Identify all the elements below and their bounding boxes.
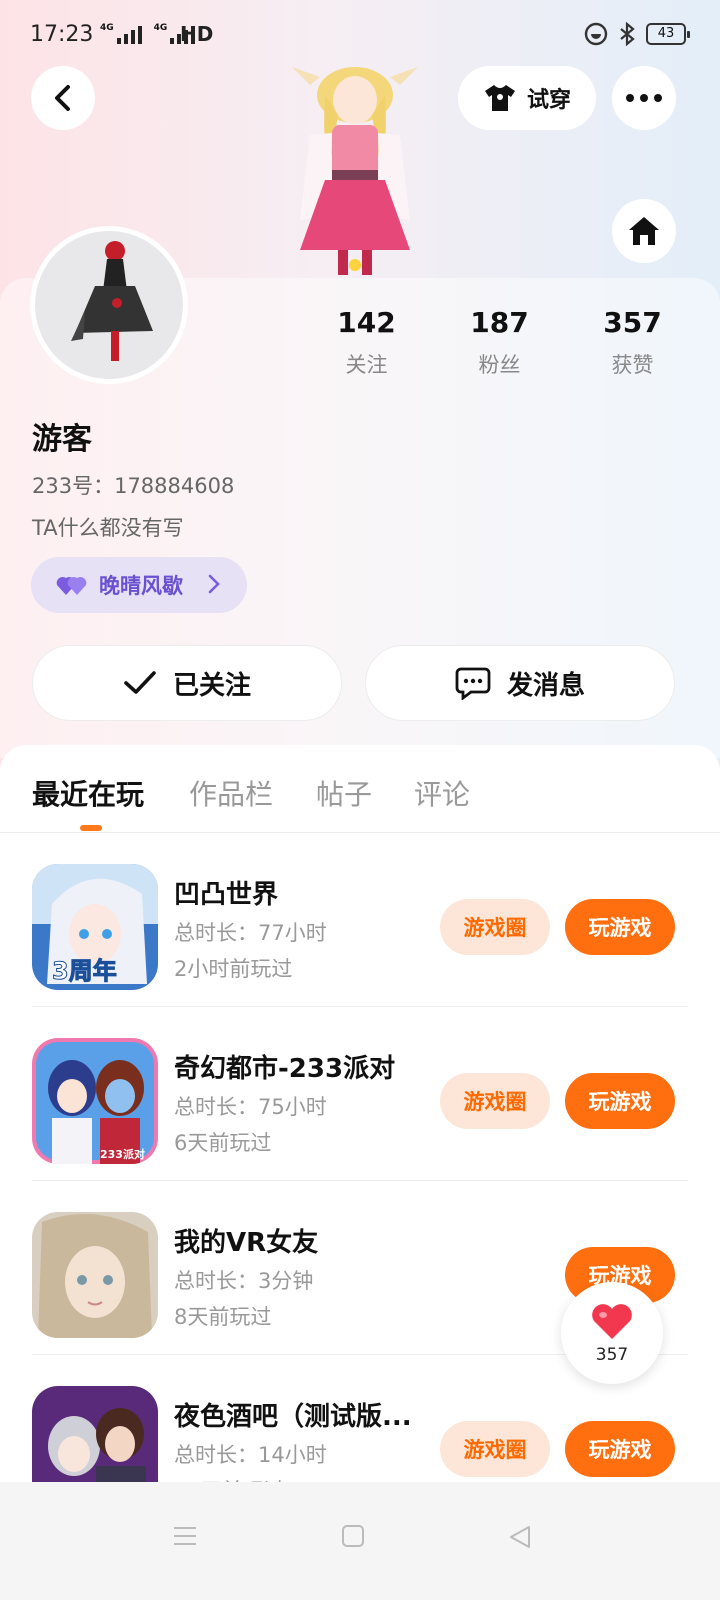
tag-label: 晚晴风歇 bbox=[99, 574, 183, 598]
game-icon-art: 233派对 bbox=[32, 1038, 158, 1164]
tab-works[interactable]: 作品栏 bbox=[189, 773, 273, 813]
tag-chip[interactable]: 晚晴风歇 bbox=[31, 557, 247, 613]
avatar-figure bbox=[71, 241, 153, 361]
stat-label: 关注 bbox=[345, 353, 388, 377]
game-last-played: 2小时前玩过 bbox=[174, 957, 293, 981]
game-list: 3周年 凹凸世界 总时长：77小时 2小时前玩过 游戏圈 玩游戏 233派对 奇… bbox=[0, 833, 720, 1485]
stat-value: 142 bbox=[337, 306, 396, 339]
back-icon bbox=[55, 85, 70, 111]
home-button[interactable] bbox=[612, 199, 676, 263]
tab-comments[interactable]: 评论 bbox=[414, 773, 470, 813]
play-game-button[interactable]: 玩游戏 bbox=[565, 899, 675, 955]
heart-icon bbox=[592, 1304, 632, 1339]
back-nav-icon[interactable] bbox=[507, 1524, 533, 1550]
game-circle-button[interactable]: 游戏圈 bbox=[440, 1421, 550, 1477]
signal-label: 4G bbox=[100, 23, 114, 33]
bio: TA什么都没有写 bbox=[32, 516, 184, 540]
game-duration: 总时长：77小时 bbox=[174, 921, 327, 945]
more-button[interactable] bbox=[612, 66, 676, 130]
chat-icon bbox=[455, 667, 491, 700]
followed-button[interactable]: 已关注 bbox=[32, 645, 342, 721]
status-time: 17:23 bbox=[30, 22, 94, 47]
tab-bar: 最近在玩 作品栏 帖子 评论 bbox=[0, 745, 720, 833]
game-name: 夜色酒吧（测试版... bbox=[174, 1402, 412, 1432]
play-game-button[interactable]: 玩游戏 bbox=[565, 1421, 675, 1477]
game-row[interactable]: 3周年 凹凸世界 总时长：77小时 2小时前玩过 游戏圈 玩游戏 bbox=[32, 833, 688, 1007]
game-icon[interactable]: 3周年 bbox=[32, 864, 158, 990]
stat-followers[interactable]: 187 粉丝 bbox=[433, 306, 566, 379]
double-heart-icon bbox=[56, 576, 87, 595]
followed-label: 已关注 bbox=[172, 670, 251, 701]
try-on-button[interactable]: 试穿 bbox=[458, 66, 596, 130]
avatar[interactable] bbox=[30, 226, 188, 384]
message-label: 发消息 bbox=[506, 670, 585, 701]
stat-following[interactable]: 142 关注 bbox=[300, 306, 433, 379]
stat-label: 获赞 bbox=[611, 353, 654, 377]
stat-likes[interactable]: 357 获赞 bbox=[566, 306, 699, 379]
check-icon bbox=[124, 671, 156, 694]
home-icon bbox=[629, 217, 659, 245]
game-name: 我的VR女友 bbox=[174, 1228, 319, 1258]
tab-posts[interactable]: 帖子 bbox=[316, 773, 372, 813]
stats-row: 142 关注 187 粉丝 357 获赞 bbox=[300, 306, 700, 379]
back-button[interactable] bbox=[31, 66, 95, 130]
game-duration: 总时长：3分钟 bbox=[174, 1269, 314, 1293]
system-nav-bar bbox=[0, 1482, 720, 1600]
game-duration: 总时长：14小时 bbox=[174, 1443, 327, 1467]
chevron-right-icon bbox=[208, 574, 220, 594]
icon-badge: 233派对 bbox=[100, 1147, 145, 1161]
eye-comfort-icon bbox=[584, 22, 608, 46]
tshirt-icon bbox=[484, 85, 515, 111]
stat-value: 357 bbox=[603, 306, 662, 339]
game-row[interactable]: 233派对 奇幻都市-233派对 总时长：75小时 6天前玩过 游戏圈 玩游戏 bbox=[32, 1007, 688, 1181]
message-button[interactable]: 发消息 bbox=[365, 645, 675, 721]
game-icon-art: 3周年 bbox=[32, 864, 158, 990]
game-icon[interactable] bbox=[32, 1386, 158, 1485]
game-circle-button[interactable]: 游戏圈 bbox=[440, 1073, 550, 1129]
signal-icon: 4G bbox=[100, 24, 142, 44]
tab-indicator bbox=[80, 825, 102, 831]
game-name: 奇幻都市-233派对 bbox=[174, 1054, 396, 1084]
stat-label: 粉丝 bbox=[478, 353, 521, 377]
game-duration: 总时长：75小时 bbox=[174, 1095, 327, 1119]
like-count: 357 bbox=[595, 1345, 629, 1365]
home-nav-icon[interactable] bbox=[341, 1524, 365, 1548]
try-on-label: 试穿 bbox=[526, 88, 571, 113]
game-name: 凹凸世界 bbox=[174, 880, 279, 910]
character-figure bbox=[292, 67, 418, 275]
user-id: 233号：178884608 bbox=[32, 474, 235, 498]
bluetooth-icon bbox=[620, 22, 635, 46]
battery-icon: 43 bbox=[646, 23, 690, 45]
game-last-played: 8天前玩过 bbox=[174, 1305, 272, 1329]
status-right: 43 bbox=[584, 22, 690, 46]
username: 游客 bbox=[32, 422, 92, 457]
tab-recent-play[interactable]: 最近在玩 bbox=[32, 773, 144, 813]
game-icon[interactable] bbox=[32, 1212, 158, 1338]
signal-label: 4G bbox=[153, 23, 168, 33]
play-game-button[interactable]: 玩游戏 bbox=[565, 1073, 675, 1129]
game-icon[interactable]: 233派对 bbox=[32, 1038, 158, 1164]
menu-icon[interactable] bbox=[172, 1524, 198, 1548]
icon-badge: 3周年 bbox=[52, 957, 117, 985]
like-button[interactable]: 357 bbox=[561, 1282, 663, 1384]
game-icon-art bbox=[32, 1386, 158, 1485]
network-label: HD bbox=[180, 22, 214, 46]
game-last-played: 6天前玩过 bbox=[174, 1131, 272, 1155]
game-circle-button[interactable]: 游戏圈 bbox=[440, 899, 550, 955]
game-icon-art bbox=[32, 1212, 158, 1338]
stat-value: 187 bbox=[470, 306, 529, 339]
more-icon bbox=[626, 94, 662, 102]
